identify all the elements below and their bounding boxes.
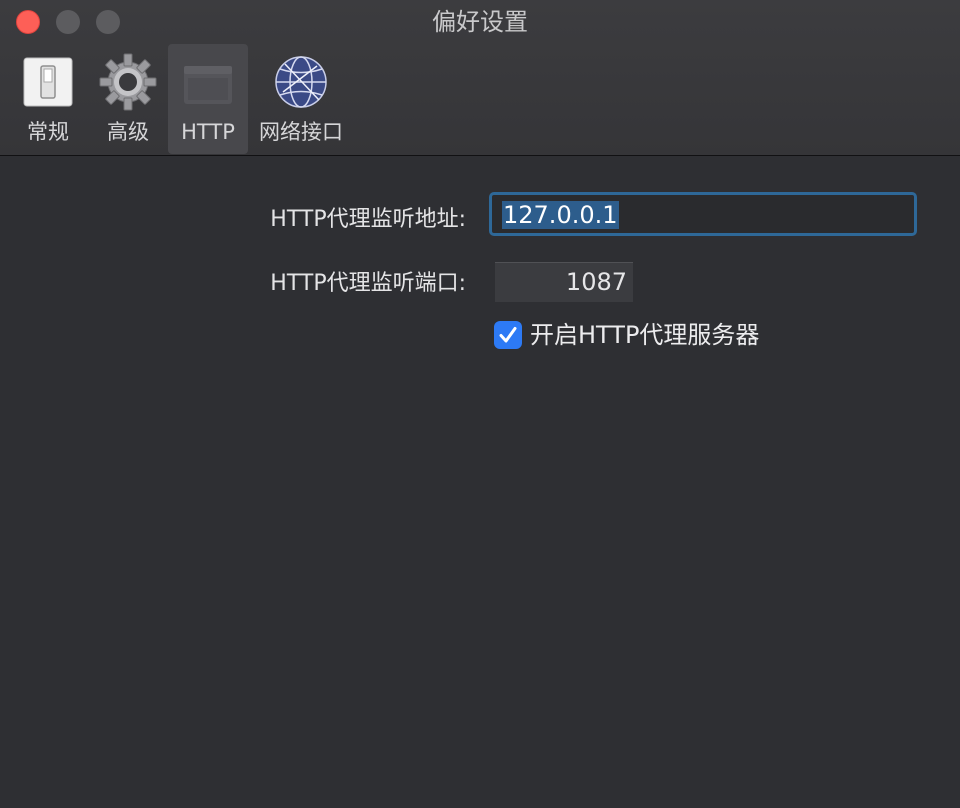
listen-address-label: HTTP代理监听地址: xyxy=(270,207,466,232)
toolbar-item-label: 高级 xyxy=(107,120,149,144)
toolbar-item-label: 网络接口 xyxy=(259,120,343,144)
listen-address-input[interactable]: 127.0.0.1 xyxy=(489,192,917,236)
toolbar-item-label: 常规 xyxy=(27,120,69,144)
http-settings-panel: HTTP代理监听地址: 127.0.0.1 HTTP代理监听端口: 1087 开… xyxy=(0,156,960,808)
toolbar-item-label: HTTP xyxy=(181,120,235,144)
switch-icon xyxy=(23,57,73,107)
checkmark-icon xyxy=(499,327,517,343)
enable-http-proxy-checkbox[interactable] xyxy=(494,321,522,349)
http-icon xyxy=(184,66,232,104)
listen-port-label: HTTP代理监听端口: xyxy=(270,271,466,296)
window-title: 偏好设置 xyxy=(432,8,528,36)
toolbar-item-http[interactable]: HTTP xyxy=(168,44,248,154)
enable-http-proxy-label: 开启HTTP代理服务器 xyxy=(530,321,760,349)
toolbar-item-general[interactable]: 常规 xyxy=(12,44,84,154)
toolbar-item-advanced[interactable]: 高级 xyxy=(92,44,164,154)
toolbar-item-network-interface[interactable]: 网络接口 xyxy=(254,44,348,154)
network-globe-icon xyxy=(275,56,327,108)
gear-icon xyxy=(99,53,157,111)
listen-address-value: 127.0.0.1 xyxy=(502,201,619,229)
titlebar: 偏好设置 常规 高级 HTTP 网络接口 xyxy=(0,0,960,156)
preferences-window: 偏好设置 常规 高级 HTTP 网络接口 HTTP代理监听地址: 127.0.0… xyxy=(0,0,960,808)
listen-port-input[interactable]: 1087 xyxy=(495,262,633,302)
